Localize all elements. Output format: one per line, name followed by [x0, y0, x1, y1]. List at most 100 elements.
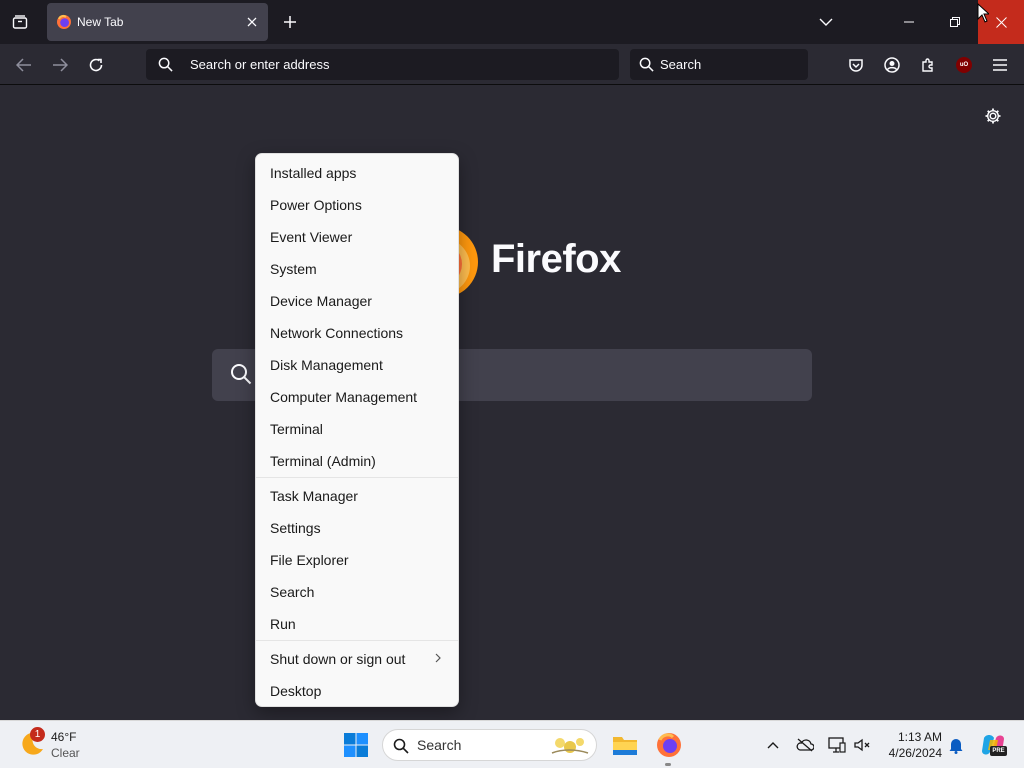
menu-separator: [256, 640, 458, 641]
taskbar-search-input[interactable]: [417, 730, 537, 760]
search-icon: [639, 57, 654, 72]
menu-item-terminal[interactable]: Terminal: [260, 413, 456, 443]
list-all-tabs-button[interactable]: [814, 10, 838, 34]
menu-item-settings[interactable]: Settings: [260, 512, 456, 542]
menu-separator: [256, 477, 458, 478]
pocket-button[interactable]: [843, 52, 869, 78]
hamburger-menu-icon: [993, 59, 1007, 71]
file-explorer-icon[interactable]: [611, 731, 639, 759]
minimize-icon: [904, 21, 914, 23]
search-input[interactable]: [660, 49, 800, 80]
menu-item-terminal-admin[interactable]: Terminal (Admin): [260, 445, 456, 475]
notification-badge: 1: [30, 727, 45, 742]
address-input[interactable]: [190, 49, 610, 80]
menu-item-installed-apps[interactable]: Installed apps: [260, 157, 456, 187]
tab-list-button[interactable]: [8, 10, 32, 34]
window-restore-button[interactable]: [932, 0, 978, 44]
menu-item-power-options[interactable]: Power Options: [260, 189, 456, 219]
running-indicator: [665, 763, 671, 766]
menu-item-label: File Explorer: [270, 552, 349, 568]
chevron-down-icon: [819, 18, 833, 26]
new-tab-button[interactable]: [278, 10, 302, 34]
menu-item-task-manager[interactable]: Task Manager: [260, 480, 456, 510]
bell-icon: [949, 739, 963, 754]
menu-item-label: Run: [270, 616, 296, 632]
clock-date: 4/26/2024: [888, 746, 942, 760]
onedrive-offline-icon: [796, 738, 814, 752]
menu-item-label: Network Connections: [270, 325, 404, 341]
pocket-icon: [849, 59, 863, 72]
window-minimize-button[interactable]: [886, 0, 932, 44]
tab-strip: New Tab: [0, 0, 1024, 44]
menu-item-desktop[interactable]: Desktop: [260, 675, 456, 705]
restore-icon: [950, 17, 960, 27]
menu-item-device-manager[interactable]: Device Manager: [260, 285, 456, 315]
close-icon: [247, 17, 257, 27]
extensions-button[interactable]: [915, 52, 941, 78]
menu-item-label: Installed apps: [270, 165, 357, 181]
menu-item-file-explorer[interactable]: File Explorer: [260, 544, 456, 574]
chevron-up-icon: [767, 742, 779, 749]
menu-item-computer-management[interactable]: Computer Management: [260, 381, 456, 411]
gear-icon: [985, 108, 1001, 124]
chevron-right-icon: [435, 653, 441, 663]
display-icon: [828, 737, 846, 753]
account-icon: [884, 57, 900, 73]
app-menu-button[interactable]: [987, 52, 1013, 78]
firefox-wordmark: Firefox: [491, 237, 621, 281]
back-arrow-icon: [16, 58, 31, 72]
windows-start-button[interactable]: [343, 732, 369, 758]
puzzle-icon: [922, 58, 933, 72]
search-icon: [231, 364, 252, 385]
tab-list-icon: [12, 15, 28, 29]
tab-new-tab[interactable]: New Tab: [47, 3, 268, 41]
firefox-icon: [57, 14, 71, 29]
ublock-origin-icon: uO: [956, 57, 972, 73]
mouse-cursor-icon: [977, 3, 989, 23]
reload-button[interactable]: [83, 52, 109, 78]
menu-item-network-connections[interactable]: Network Connections: [260, 317, 456, 347]
taskbar-search-box[interactable]: [382, 729, 597, 761]
back-button[interactable]: [11, 52, 37, 78]
speaker-muted-icon: [854, 738, 870, 752]
taskbar: 1 46°F Clear 1:13 AM 4/26/2024 PRE: [0, 720, 1024, 768]
weather-temperature: 46°F: [51, 730, 77, 744]
menu-item-disk-management[interactable]: Disk Management: [260, 349, 456, 379]
show-hidden-icons-button[interactable]: [763, 735, 783, 755]
clock-time: 1:13 AM: [897, 730, 942, 744]
notifications-button[interactable]: [946, 735, 966, 755]
menu-item-label: Disk Management: [270, 357, 383, 373]
menu-item-label: Shut down or sign out: [270, 651, 406, 667]
menu-item-label: Terminal (Admin): [270, 453, 376, 469]
firefox-icon[interactable]: [655, 731, 683, 759]
account-button[interactable]: [879, 52, 905, 78]
volume-tray-button[interactable]: [852, 735, 872, 755]
menu-item-event-viewer[interactable]: Event Viewer: [260, 221, 456, 251]
menu-item-shut-down-or-sign-out[interactable]: Shut down or sign out: [260, 643, 456, 673]
weather-condition: Clear: [51, 746, 80, 760]
menu-item-label: System: [270, 261, 317, 277]
menu-item-label: Search: [270, 584, 315, 600]
menu-item-system[interactable]: System: [260, 253, 456, 283]
address-bar[interactable]: [146, 49, 619, 80]
menu-item-label: Power Options: [270, 197, 362, 213]
menu-item-search[interactable]: Search: [260, 576, 456, 606]
display-tray-button[interactable]: [827, 735, 847, 755]
ublock-origin-button[interactable]: uO: [951, 52, 977, 78]
preview-badge: PRE: [990, 746, 1007, 756]
search-bar[interactable]: [630, 49, 808, 80]
quick-link-menu: Installed apps Power Options Event Viewe…: [255, 153, 459, 707]
onedrive-tray-button[interactable]: [795, 735, 815, 755]
menu-item-label: Task Manager: [270, 488, 358, 504]
tab-close-button[interactable]: [242, 12, 262, 32]
page-settings-button[interactable]: [981, 104, 1005, 128]
menu-item-run[interactable]: Run: [260, 608, 456, 638]
search-highlight-icon: [551, 738, 589, 754]
plus-icon: [284, 16, 296, 28]
menu-item-label: Terminal: [270, 421, 323, 437]
close-icon: [995, 16, 1007, 28]
forward-button[interactable]: [47, 52, 73, 78]
menu-item-label: Event Viewer: [270, 229, 353, 245]
tab-title: New Tab: [77, 15, 124, 29]
menu-item-label: Computer Management: [270, 389, 418, 405]
